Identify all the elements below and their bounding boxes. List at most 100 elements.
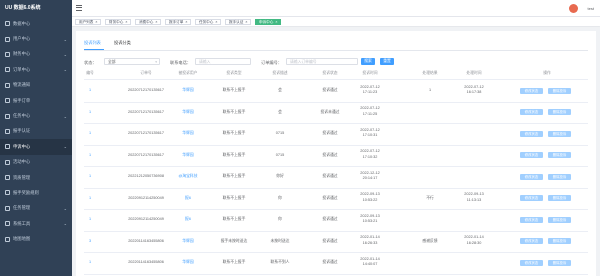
close-icon[interactable]: ×	[275, 20, 277, 24]
table-header-cell: 编号	[86, 71, 94, 75]
close-icon[interactable]: ×	[95, 20, 97, 24]
sidebar-item[interactable]: 任务中心 ⌄	[0, 108, 72, 123]
edit-status-button[interactable]: 修改状态	[520, 238, 543, 245]
table-cell-result: 1	[428, 88, 432, 92]
edit-status-button[interactable]: 修改状态	[520, 173, 543, 180]
tag-view-item[interactable]: 消费中心 ×	[135, 18, 162, 25]
tag-view-item[interactable]: 报手认证 ×	[225, 18, 252, 25]
status-select-value: 全部	[108, 60, 116, 64]
delete-complaint-button[interactable]: 删除投诉	[548, 87, 571, 94]
table-cell-type: 联系不上报手	[222, 88, 246, 92]
reset-button[interactable]: 重置	[380, 58, 394, 65]
sidebar-item-label: 财务中心	[13, 51, 31, 57]
tag-label: 报手订单	[169, 19, 184, 24]
chevron-down-icon: ⌄	[63, 205, 67, 211]
avatar[interactable]	[569, 4, 578, 13]
table-cell-time: 17:11:23	[362, 90, 378, 94]
tag-view-item[interactable]: 任务中心 ×	[195, 18, 222, 25]
chevron-down-icon: ⌄	[63, 144, 67, 150]
sidebar-item[interactable]: 物流通知	[0, 78, 72, 93]
hamburger-icon[interactable]	[76, 5, 82, 11]
edit-status-button[interactable]: 修改状态	[520, 109, 543, 116]
table-header-cell: 投诉时间	[362, 71, 378, 75]
chevron-down-icon: ⌄	[63, 51, 67, 57]
sidebar-item[interactable]: 系统工具 ⌄	[0, 216, 72, 231]
table-cell-time: 17:10:31	[362, 133, 378, 137]
edit-status-button[interactable]: 修改状态	[520, 259, 543, 266]
table-header-cell: 操作	[543, 71, 551, 75]
delete-complaint-button[interactable]: 删除投诉	[548, 238, 571, 245]
delete-complaint-button[interactable]: 删除投诉	[548, 109, 571, 116]
sidebar-item[interactable]: 数据中心	[0, 16, 72, 31]
edit-status-button[interactable]: 修改状态	[520, 152, 543, 159]
table-cell-status: 投诉通过	[322, 238, 338, 243]
delete-complaint-button[interactable]: 删除投诉	[548, 216, 571, 223]
sidebar-item[interactable]: 财务中心 ⌄	[0, 47, 72, 62]
table-cell-user[interactable]: 华辉园	[162, 88, 214, 94]
sidebar-item[interactable]: 订单中心 ⌄	[0, 62, 72, 77]
table-cell-user[interactable]: @淘宝科技	[162, 174, 214, 180]
status-select[interactable]: 全部 ▾	[104, 58, 160, 65]
table-header-cell: 处理时间	[466, 71, 482, 75]
tab-complaint-list[interactable]: 投诉列表	[84, 40, 101, 46]
table-cell-desc: 你	[278, 217, 282, 221]
sidebar-item[interactable]: 地图地图	[0, 231, 72, 246]
tag-view-item[interactable]: 申诉中心 ×	[255, 18, 282, 25]
delete-complaint-button[interactable]: 删除投诉	[548, 152, 571, 159]
tag-view-item[interactable]: 财务中心 ×	[105, 18, 132, 25]
sidebar-item-label: 报手认证	[13, 128, 31, 134]
delete-complaint-button[interactable]: 删除投诉	[548, 130, 571, 137]
sidebar-item-label: 任务中心	[13, 113, 31, 119]
tag-label: 财务中心	[109, 19, 124, 24]
edit-status-button[interactable]: 修改状态	[520, 130, 543, 137]
sidebar-item-label: 资质管理	[13, 174, 31, 180]
tools-icon	[5, 221, 10, 227]
close-icon[interactable]: ×	[155, 20, 157, 24]
sidebar-item[interactable]: 报手认证	[0, 124, 72, 139]
tag-view-item[interactable]: 报手订单 ×	[165, 18, 192, 25]
sidebar-item[interactable]: 任务管理 ⌄	[0, 201, 72, 216]
close-icon[interactable]: ×	[185, 20, 187, 24]
app-title: UU 数据6.0系统	[5, 5, 41, 11]
activity-icon	[5, 159, 10, 165]
table-cell-time: 17:10:32	[362, 154, 378, 159]
table-cell-user[interactable]: 报6	[162, 217, 214, 223]
tag-label: 消费中心	[139, 19, 154, 24]
username[interactable]: test	[588, 5, 594, 12]
edit-status-button[interactable]: 修改状态	[520, 87, 543, 94]
sidebar-item[interactable]: 报手订单	[0, 93, 72, 108]
sidebar-item[interactable]: 活动中心	[0, 155, 72, 170]
table-cell-type: 联系不上报手	[222, 152, 246, 157]
table-cell-user[interactable]: 报6	[162, 196, 214, 202]
phone-input[interactable]: 请输入	[195, 58, 251, 65]
edit-status-button[interactable]: 修改状态	[520, 195, 543, 202]
row-divider	[84, 209, 588, 210]
table-cell-user[interactable]: 华辉园	[162, 153, 214, 159]
close-icon[interactable]: ×	[125, 20, 127, 24]
tab-complaint-category[interactable]: 投诉分类	[114, 40, 131, 46]
sidebar-item[interactable]: 申诉中心 ⌄	[0, 139, 72, 155]
sidebar-item[interactable]: 用户中心 ⌄	[0, 31, 72, 46]
delete-complaint-button[interactable]: 删除投诉	[548, 195, 571, 202]
table-cell-id: 1	[88, 152, 92, 157]
sidebar-item-label: 任务管理	[13, 205, 31, 211]
order-number-input[interactable]: 请输入订单编号	[286, 58, 358, 65]
sidebar-menu: 数据中心 用户中心 ⌄ 财务中心 ⌄ 订单中心 ⌄ 物流通知 报手订单 任务中心 ⌄ 报手认证 申诉中心…	[0, 16, 72, 247]
tag-view-item[interactable]: 用户列表 ×	[75, 18, 102, 25]
sidebar-item-label: 申诉中心	[13, 143, 31, 149]
table-cell-user[interactable]: 华辉园	[162, 131, 214, 137]
sidebar-item-label: 数据中心	[13, 20, 31, 26]
close-icon[interactable]: ×	[215, 20, 217, 24]
edit-status-button[interactable]: 修改状态	[520, 216, 543, 223]
search-button[interactable]: 搜索	[361, 58, 375, 65]
table-cell-process-time: 16:28:30	[466, 240, 482, 245]
table-cell-user[interactable]: 华辉园	[162, 260, 214, 266]
close-icon[interactable]: ×	[245, 20, 247, 24]
table-cell-user[interactable]: 华辉园	[162, 110, 214, 116]
sidebar-item-label: 报手订单	[13, 97, 31, 103]
delete-complaint-button[interactable]: 删除投诉	[548, 259, 571, 266]
sidebar-item[interactable]: 报手奖励规则	[0, 185, 72, 200]
sidebar-item[interactable]: 资质管理	[0, 170, 72, 185]
table-cell-user[interactable]: 华辉园	[162, 239, 214, 245]
delete-complaint-button[interactable]: 删除投诉	[548, 173, 571, 180]
